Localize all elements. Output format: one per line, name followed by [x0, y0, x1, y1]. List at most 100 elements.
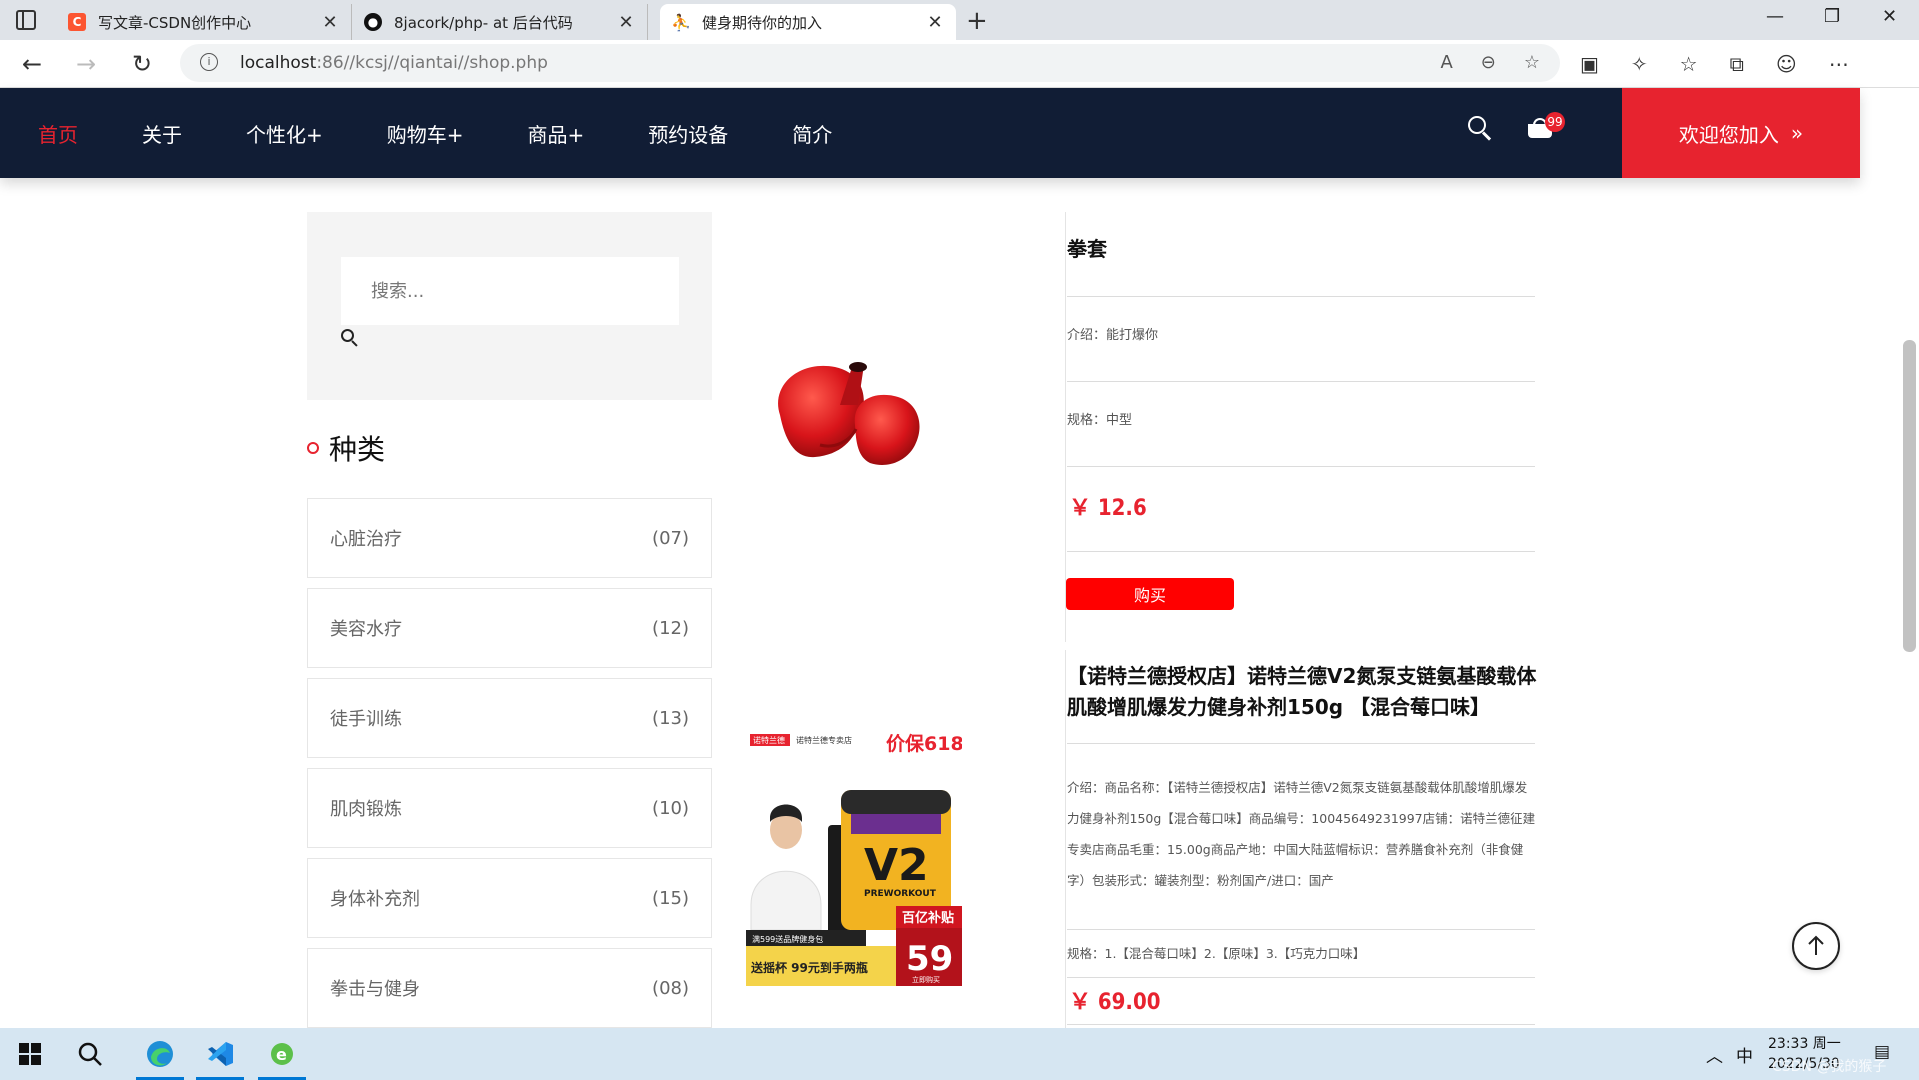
menu-item-booking[interactable]: 预约设备	[648, 119, 728, 148]
category-item[interactable]: 心脏治疗 (07)	[307, 498, 712, 578]
menu-item-personal[interactable]: 个性化+	[246, 119, 323, 148]
close-icon[interactable]: ✕	[926, 12, 944, 33]
back-to-top-button[interactable]	[1792, 922, 1840, 970]
close-icon[interactable]: ✕	[617, 12, 635, 33]
supplement-product-image[interactable]: 诺特兰德 诺特兰德专卖店 价保618 V2 PREWORKOUT 满599送品牌…	[746, 730, 962, 986]
divider	[1065, 212, 1066, 642]
more-icon[interactable]: ⋯	[1829, 52, 1849, 76]
extension-icon[interactable]: ▣	[1580, 52, 1599, 76]
site-info-icon[interactable]: i	[200, 53, 218, 71]
menu-item-about[interactable]: 关于	[142, 119, 182, 148]
svg-text:诺特兰德专卖店: 诺特兰德专卖店	[796, 735, 852, 745]
divider	[1067, 929, 1535, 930]
zoom-out-icon[interactable]: ⊖	[1481, 52, 1496, 73]
tab-actions-icon[interactable]	[16, 10, 36, 30]
profile-avatar-icon[interactable]: ☺	[1776, 52, 1797, 76]
category-item[interactable]: 美容水疗 (12)	[307, 588, 712, 668]
edge-browser-icon[interactable]	[132, 1028, 188, 1080]
menu-item-home[interactable]: 首页	[38, 119, 78, 148]
category-count: (07)	[652, 527, 689, 549]
category-count: (15)	[652, 887, 689, 909]
category-item[interactable]: 徒手训练 (13)	[307, 678, 712, 758]
tab-title: 健身期待你的加入	[702, 13, 823, 32]
read-aloud-icon[interactable]: A	[1440, 52, 1452, 73]
refresh-icon[interactable]: ↻	[132, 50, 152, 78]
svg-text:价保618: 价保618	[886, 732, 962, 755]
search-icon[interactable]	[1468, 116, 1492, 141]
tab-title: 写文章-CSDN创作中心	[98, 13, 252, 32]
restore-icon[interactable]: ❐	[1824, 6, 1840, 27]
favorites-icon[interactable]: ☆	[1680, 52, 1698, 76]
double-chevron-right-icon: »	[1790, 121, 1804, 145]
search-input[interactable]	[341, 257, 679, 325]
close-icon[interactable]: ✕	[321, 12, 339, 33]
svg-text:立即购买: 立即购买	[912, 975, 940, 984]
browser-address-row: ← → ↻ i localhost:86//kcsj//qiantai//sho…	[0, 40, 1919, 88]
category-name: 肌肉锻炼	[330, 799, 402, 820]
category-name: 身体补充剂	[330, 889, 420, 910]
scrollbar-thumb[interactable]	[1903, 340, 1916, 652]
svg-text:PREWORKOUT: PREWORKOUT	[864, 889, 937, 899]
browser-tab-csdn[interactable]: C 写文章-CSDN创作中心 ✕	[56, 4, 352, 40]
divider	[1067, 296, 1535, 297]
category-name: 拳击与健身	[330, 979, 420, 1000]
circle-bullet-icon	[307, 442, 319, 454]
site-navbar: 首页 关于 个性化+ 购物车+ 商品+ 预约设备 简介	[0, 88, 1860, 178]
tray-chevron-up-icon[interactable]: ︿	[1706, 1042, 1723, 1067]
github-icon: ●	[364, 13, 382, 31]
search-icon[interactable]	[62, 1028, 118, 1080]
back-arrow-icon[interactable]: ←	[22, 50, 42, 78]
main-menu: 首页 关于 个性化+ 购物车+ 商品+ 预约设备 简介	[38, 88, 896, 178]
svg-text:百亿补贴: 百亿补贴	[902, 910, 954, 926]
url-text: localhost:86//kcsj//qiantai//shop.php	[240, 53, 548, 73]
menu-item-intro[interactable]: 简介	[792, 119, 832, 148]
minimize-icon[interactable]: —	[1766, 6, 1784, 27]
divider	[1067, 466, 1535, 467]
boxing-gloves-image[interactable]	[760, 345, 940, 485]
collections-icon[interactable]: ⧉	[1730, 52, 1744, 76]
favorite-add-icon[interactable]: ☆	[1524, 52, 1540, 73]
buy-button[interactable]: 购买	[1066, 578, 1234, 610]
join-label: 欢迎您加入	[1678, 122, 1779, 147]
category-count: (13)	[652, 707, 689, 729]
category-item[interactable]: 身体补充剂 (15)	[307, 858, 712, 938]
divider	[1067, 977, 1535, 978]
svg-text:V2: V2	[864, 840, 929, 891]
divider	[1065, 650, 1066, 1030]
browser-tab-active[interactable]: ⛹ 健身期待你的加入 ✕	[660, 4, 956, 40]
svg-text:满599送品牌健身包: 满599送品牌健身包	[752, 934, 823, 944]
vscode-icon[interactable]	[192, 1028, 248, 1080]
ime-indicator[interactable]: 中	[1736, 1042, 1753, 1067]
divider	[1067, 743, 1535, 744]
product-intro: 介绍：能打爆你	[1067, 328, 1159, 343]
new-tab-button[interactable]: +	[966, 6, 988, 36]
divider	[1067, 381, 1535, 382]
arrow-up-icon	[1808, 935, 1824, 955]
svg-text:e: e	[276, 1045, 287, 1064]
window-close-icon[interactable]: ✕	[1882, 6, 1897, 27]
category-item[interactable]: 肌肉锻炼 (10)	[307, 768, 712, 848]
browser-tab-bar: C 写文章-CSDN创作中心 ✕ ● 8jacork/php- at 后台代码 …	[0, 0, 1919, 40]
forward-arrow-icon[interactable]: →	[76, 50, 96, 78]
divider	[1067, 1024, 1535, 1025]
windows-start-icon[interactable]	[2, 1028, 58, 1080]
search-icon[interactable]	[341, 329, 359, 347]
product-spec: 规格：中型	[1067, 413, 1133, 428]
product-name[interactable]: 拳套	[1067, 234, 1537, 265]
notification-icon[interactable]: ▤	[1874, 1042, 1890, 1062]
ie-browser-icon[interactable]: e	[254, 1028, 310, 1080]
browser-tab-github[interactable]: ● 8jacork/php- at 后台代码 ✕	[352, 4, 648, 40]
svg-text:59: 59	[906, 939, 953, 979]
category-count: (10)	[652, 797, 689, 819]
category-name: 美容水疗	[330, 619, 402, 640]
url-field[interactable]: i localhost:86//kcsj//qiantai//shop.php …	[180, 44, 1560, 82]
category-item[interactable]: 拳击与健身 (08)	[307, 948, 712, 1028]
product-name[interactable]: 【诺特兰德授权店】诺特兰德V2氮泵支链氨基酸载体肌酸增肌爆发力健身补剂150g …	[1067, 661, 1537, 723]
menu-item-products[interactable]: 商品+	[528, 119, 585, 148]
puzzle-icon[interactable]: ✧	[1631, 52, 1648, 76]
cart-count-badge: 99	[1545, 112, 1565, 132]
svg-text:送摇杯 99元到手两瓶: 送摇杯 99元到手两瓶	[750, 960, 868, 975]
divider	[1067, 551, 1535, 552]
menu-item-cart[interactable]: 购物车+	[387, 119, 464, 148]
join-button[interactable]: 欢迎您加入 »	[1622, 88, 1860, 178]
